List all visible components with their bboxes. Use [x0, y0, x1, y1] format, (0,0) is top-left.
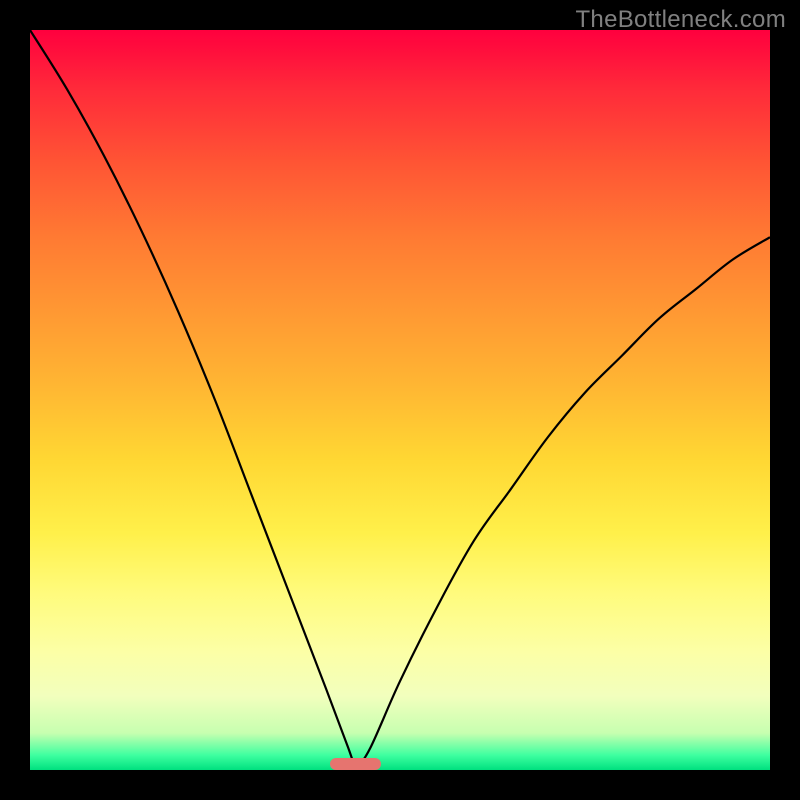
curve-right-branch — [356, 237, 770, 770]
minimum-marker — [330, 758, 382, 770]
curve-left-branch — [30, 30, 356, 770]
plot-area — [30, 30, 770, 770]
watermark-text: TheBottleneck.com — [575, 6, 786, 34]
curve-svg — [30, 30, 770, 770]
chart-frame: TheBottleneck.com — [0, 0, 800, 800]
